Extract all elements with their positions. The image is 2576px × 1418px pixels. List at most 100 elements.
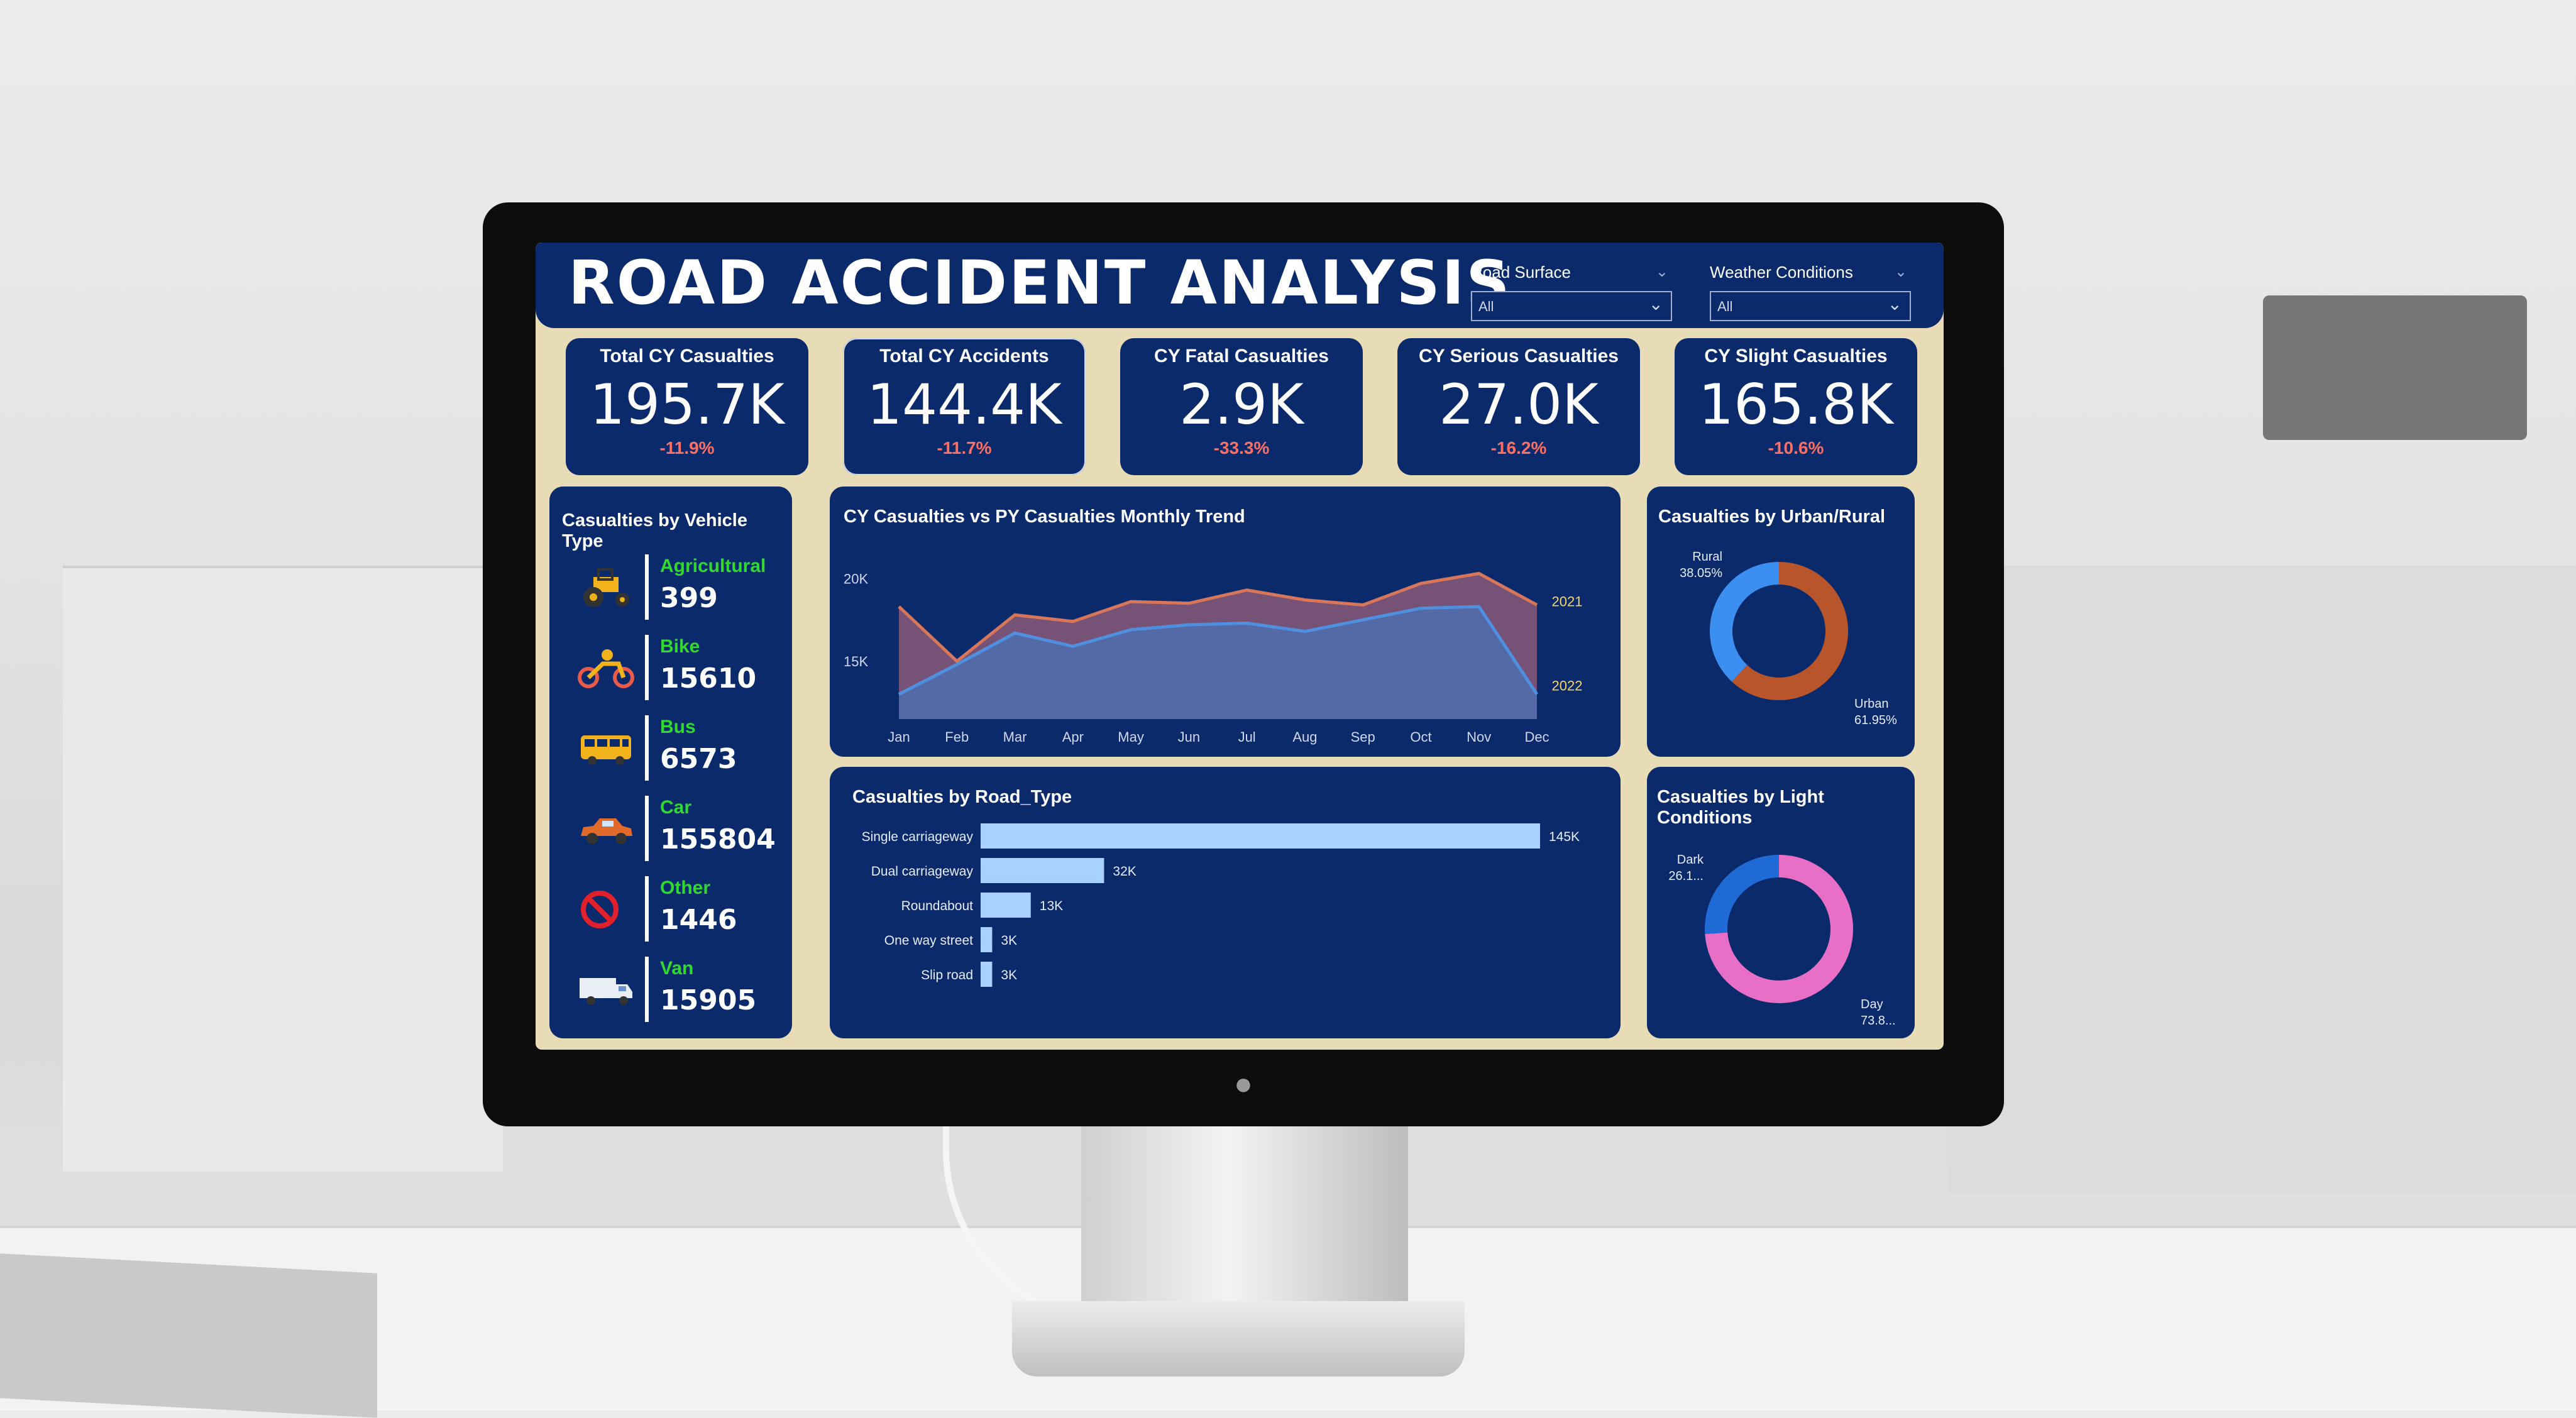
vehicle-row-car: Car 155804 bbox=[575, 796, 776, 861]
bar bbox=[981, 962, 993, 987]
tractor-icon bbox=[583, 568, 629, 607]
chevron-down-icon: ⌄ bbox=[1648, 294, 1663, 314]
monitor-stand bbox=[1081, 1125, 1408, 1314]
category-label: One way street bbox=[884, 933, 973, 948]
urban-rural-donut: Rural 38.05% Urban 61.95% bbox=[1680, 550, 1897, 727]
kpi-title: Total CY Accidents bbox=[879, 346, 1049, 366]
bus-icon bbox=[581, 735, 631, 765]
category-label: Single carriageway bbox=[862, 830, 974, 844]
chevron-down-icon[interactable]: ⌄ bbox=[1656, 263, 1668, 281]
motorbike-icon bbox=[578, 649, 634, 688]
vehicle-type-panel[interactable]: Casualties by Vehicle Type Agricultural … bbox=[549, 486, 792, 1038]
kpi-card-slight-casualties[interactable]: CY Slight Casualties 165.8K -10.6% bbox=[1675, 338, 1917, 475]
monthly-trend-panel[interactable]: CY Casualties vs PY Casualties Monthly T… bbox=[830, 486, 1621, 757]
x-tick-label: Oct bbox=[1410, 729, 1431, 745]
kpi-delta: -10.6% bbox=[1768, 438, 1824, 458]
kpi-card-fatal-casualties[interactable]: CY Fatal Casualties 2.9K -33.3% bbox=[1120, 338, 1363, 475]
kpi-value: 195.7K bbox=[590, 372, 784, 437]
vehicle-value: 6573 bbox=[660, 743, 737, 775]
page-title: ROAD ACCIDENT ANALYSIS bbox=[568, 248, 1512, 318]
background-partition bbox=[1949, 566, 2576, 1194]
vehicle-value: 1446 bbox=[660, 904, 737, 936]
x-tick-label: Dec bbox=[1524, 729, 1549, 745]
divider bbox=[645, 715, 649, 781]
header-bar: ROAD ACCIDENT ANALYSIS Road Surface ⌄ Al… bbox=[536, 243, 1944, 328]
kpi-delta: -33.3% bbox=[1213, 438, 1270, 458]
urban-rural-panel[interactable]: Casualties by Urban/Rural Rural 38.05% Urb… bbox=[1647, 486, 1915, 757]
light-conditions-donut: Dark 26.1... Day 73.8... bbox=[1668, 853, 1896, 1028]
slice-percent: 38.05% bbox=[1680, 566, 1722, 580]
kpi-value: 165.8K bbox=[1698, 372, 1893, 437]
kpi-title: CY Fatal Casualties bbox=[1154, 346, 1329, 366]
x-tick-label: Jun bbox=[1178, 729, 1200, 745]
vehicle-value: 15610 bbox=[660, 662, 757, 695]
x-tick-label: May bbox=[1118, 729, 1144, 745]
bar-value-label: 3K bbox=[1001, 968, 1017, 982]
kpi-card-total-accidents[interactable]: Total CY Accidents 144.4K -11.7% bbox=[843, 338, 1086, 475]
trend-chart: 15K 20K Jan Feb Mar Apr May Jun Jul Aug Sep Oct Nov D… bbox=[844, 571, 1583, 745]
bar bbox=[981, 927, 993, 952]
kpi-title: Total CY Casualties bbox=[600, 346, 774, 366]
divider bbox=[645, 957, 649, 1022]
slice-label: Dark bbox=[1677, 853, 1704, 867]
kpi-value: 2.9K bbox=[1179, 372, 1304, 437]
dashboard-screen: ROAD ACCIDENT ANALYSIS Road Surface ⌄ Al… bbox=[536, 243, 1944, 1050]
slice-label: Rural bbox=[1692, 550, 1722, 564]
vehicle-row-agricultural: Agricultural 399 bbox=[575, 554, 776, 620]
vehicle-value: 399 bbox=[660, 582, 718, 614]
vehicle-label: Bike bbox=[660, 636, 700, 657]
kpi-delta: -11.9% bbox=[659, 438, 715, 458]
background-cabinet bbox=[63, 566, 503, 1172]
vehicle-value: 155804 bbox=[660, 823, 776, 855]
bar bbox=[981, 893, 1031, 918]
divider bbox=[645, 796, 649, 861]
kpi-card-total-casualties[interactable]: Total CY Casualties 195.7K -11.9% bbox=[566, 338, 808, 475]
kpi-value: 27.0K bbox=[1439, 372, 1599, 437]
vehicle-label: Car bbox=[660, 797, 692, 818]
kpi-card-serious-casualties[interactable]: CY Serious Casualties 27.0K -16.2% bbox=[1397, 338, 1640, 475]
bar-value-label: 145K bbox=[1549, 830, 1580, 844]
background-monitor bbox=[2263, 295, 2527, 440]
weather-conditions-slicer[interactable]: Weather Conditions ⌄ All ⌄ bbox=[1710, 263, 1911, 321]
x-tick-label: Aug bbox=[1292, 729, 1317, 745]
divider bbox=[645, 876, 649, 942]
kpi-delta: -11.7% bbox=[937, 438, 992, 458]
divider bbox=[645, 635, 649, 700]
kpi-value: 144.4K bbox=[867, 372, 1062, 437]
y-tick-label: 20K bbox=[844, 571, 868, 586]
series-label: 2022 bbox=[1552, 678, 1583, 694]
book bbox=[0, 1253, 377, 1418]
road-type-chart: Single carriageway 145K Dual carriageway 32… bbox=[862, 823, 1580, 987]
apple-logo-icon: ● bbox=[1233, 1066, 1253, 1101]
slice-percent: 61.95% bbox=[1854, 713, 1897, 727]
series-label: 2021 bbox=[1552, 593, 1583, 609]
vehicle-row-bike: Bike 15610 bbox=[575, 635, 776, 700]
panel-title: Casualties by Vehicle Type bbox=[562, 510, 747, 551]
divider bbox=[645, 554, 649, 620]
x-tick-label: Jul bbox=[1238, 729, 1256, 745]
vehicle-label: Other bbox=[660, 877, 711, 898]
vehicle-row-other: Other 1446 bbox=[575, 876, 776, 942]
vehicle-label: Van bbox=[660, 958, 694, 979]
van-icon bbox=[580, 978, 632, 1005]
slice-percent: 73.8... bbox=[1861, 1014, 1896, 1028]
vehicle-value: 15905 bbox=[660, 984, 757, 1016]
weather-conditions-dropdown[interactable]: All ⌄ bbox=[1710, 291, 1911, 321]
slicer-label: Road Surface bbox=[1471, 263, 1571, 282]
light-conditions-panel[interactable]: Casualties by Light Conditions Dark 26.1.… bbox=[1647, 767, 1915, 1038]
x-tick-label: Jan bbox=[888, 729, 910, 745]
slice-percent: 26.1... bbox=[1668, 869, 1704, 883]
x-tick-label: Feb bbox=[945, 729, 969, 745]
road-type-panel[interactable]: Casualties by Road_Type Single carriagew… bbox=[830, 767, 1621, 1038]
x-tick-label: Mar bbox=[1003, 729, 1027, 745]
kpi-title: CY Slight Casualties bbox=[1704, 346, 1888, 366]
road-surface-slicer[interactable]: Road Surface ⌄ All ⌄ bbox=[1471, 263, 1672, 321]
bar-value-label: 3K bbox=[1001, 933, 1017, 948]
road-surface-dropdown[interactable]: All ⌄ bbox=[1471, 291, 1672, 321]
chevron-down-icon: ⌄ bbox=[1887, 294, 1902, 314]
chevron-down-icon[interactable]: ⌄ bbox=[1895, 263, 1907, 281]
bar-value-label: 32K bbox=[1113, 864, 1136, 879]
vehicle-label: Bus bbox=[660, 717, 696, 737]
dropdown-value: All bbox=[1717, 299, 1733, 314]
slicer-label: Weather Conditions bbox=[1710, 263, 1853, 282]
